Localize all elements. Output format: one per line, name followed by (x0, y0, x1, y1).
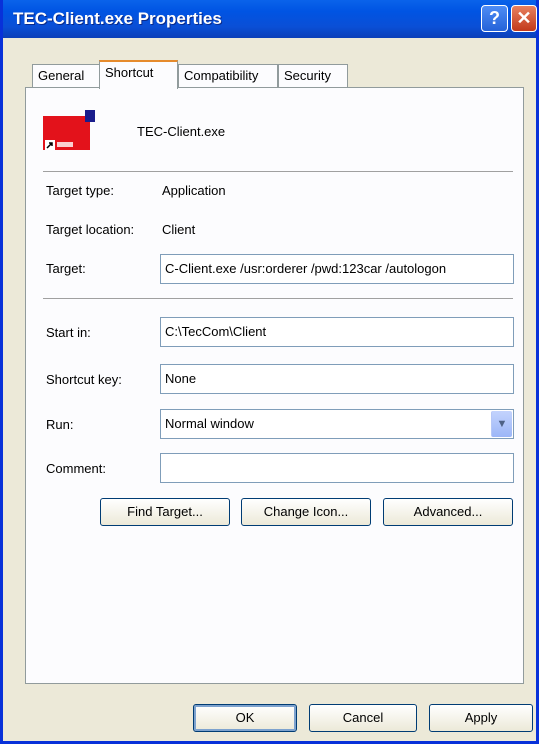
separator (43, 298, 513, 299)
window-title: TEC-Client.exe Properties (13, 9, 222, 28)
properties-dialog: TEC-Client.exe Properties ? ✕ General Sh… (0, 0, 539, 744)
application-icon (43, 110, 95, 152)
target-field[interactable]: C-Client.exe /usr:orderer /pwd:123car /a… (160, 254, 514, 284)
shortcut-key-field[interactable]: None (160, 364, 514, 394)
tab-shortcut[interactable]: Shortcut (99, 60, 178, 89)
file-name: TEC-Client.exe (137, 124, 226, 139)
target-type-label: Target type: (46, 183, 114, 198)
target-location-value: Client (162, 222, 196, 237)
run-select[interactable]: Normal window ▼ (160, 409, 514, 439)
target-type-value: Application (162, 183, 226, 198)
chevron-down-icon[interactable]: ▼ (491, 411, 512, 437)
cancel-button[interactable]: Cancel (309, 704, 417, 732)
change-icon-button[interactable]: Change Icon... (241, 498, 371, 526)
help-button[interactable]: ? (481, 5, 508, 32)
tab-security[interactable]: Security (278, 64, 348, 88)
tab-compatibility[interactable]: Compatibility (178, 64, 278, 88)
run-select-value: Normal window (165, 416, 254, 431)
separator (43, 171, 513, 172)
apply-button[interactable]: Apply (429, 704, 533, 732)
target-location-label: Target location: (46, 222, 135, 237)
comment-field[interactable] (160, 453, 514, 483)
close-button[interactable]: ✕ (511, 5, 537, 32)
advanced-button[interactable]: Advanced... (383, 498, 513, 526)
target-label: Target: (46, 261, 86, 276)
run-label: Run: (46, 417, 74, 432)
comment-label: Comment: (46, 461, 106, 476)
find-target-button[interactable]: Find Target... (100, 498, 230, 526)
tab-general[interactable]: General (32, 64, 101, 88)
start-in-label: Start in: (46, 325, 91, 340)
title-bar[interactable]: TEC-Client.exe Properties ? ✕ (3, 0, 537, 38)
start-in-field[interactable]: C:\TecCom\Client (160, 317, 514, 347)
shortcut-key-label: Shortcut key: (46, 372, 122, 387)
ok-button[interactable]: OK (193, 704, 297, 732)
